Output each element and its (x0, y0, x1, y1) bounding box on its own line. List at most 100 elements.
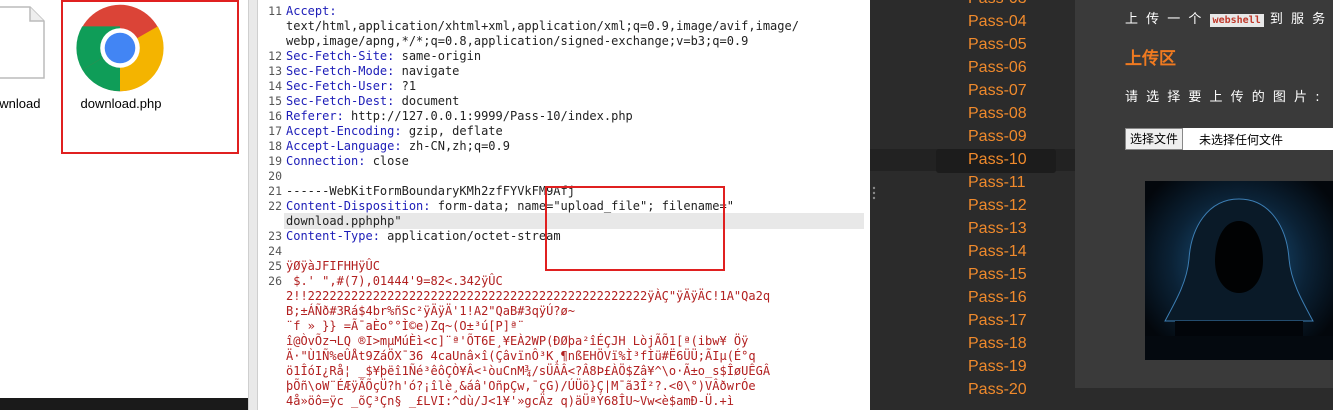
line-number: 24 (268, 244, 282, 258)
pass-label: Pass-12 (968, 197, 1027, 214)
code-line[interactable]: Ä·"Ù1Ñ%eÛÅt9ZáÖX¯36 4caUnâ×î(ÇâvïnÔ³K¸¶n… (286, 349, 756, 364)
code-line[interactable]: þÕñ\oW¨ÉÆÿÃÕçÜ?h'ó?¡îlè¸&áâ'OñpÇw,¯çG)/Ú… (286, 379, 756, 394)
file-input[interactable]: 选择文件 未选择任何文件 (1125, 128, 1333, 150)
pass-link-pass-09[interactable]: Pass-09 (870, 126, 1075, 148)
pass-label: Pass-04 (968, 13, 1027, 30)
request-editor[interactable]: 11 Accept: text/html,application/xhtml+xml… (258, 0, 870, 410)
pass-link-pass-16[interactable]: Pass-16 (870, 287, 1075, 309)
pass-label: Pass-05 (968, 36, 1027, 53)
line-number: 21 (268, 184, 282, 198)
line-number: 16 (268, 109, 282, 123)
header-key: Content-Type: (286, 229, 380, 243)
code-line[interactable]: ¨f » }} =Ã¯aÈo°°Ì©e)Zq~(O±³ú[P]ª¨ (286, 319, 524, 334)
pass-link-pass-07[interactable]: Pass-07 (870, 80, 1075, 102)
header-value: þÕñ\oW¨ÉÆÿÃÕçÜ?h'ó?¡îlè¸&áâ'OñpÇw,¯çG)/Ú… (286, 379, 756, 393)
code-line[interactable]: 2!!2222222222222222222222222222222222222… (286, 289, 770, 304)
pass-label: Pass-16 (968, 289, 1027, 306)
code-line[interactable]: î@ÒvÕz¬LQ ®I>mµMúÈì<c]¨ª'ÕT6E¸¥EÀ2WP(ÐØþ… (286, 334, 748, 349)
file-explorer: ownload download.php (0, 0, 248, 410)
pass-label: Pass-20 (968, 381, 1027, 398)
line-number: 19 (268, 154, 282, 168)
header-value: ------WebKitFormBoundaryKMh2zfFYVkFM9Afj (286, 184, 575, 198)
header-key: Content-Disposition: (286, 199, 431, 213)
pass-link-pass-15[interactable]: Pass-15 (870, 264, 1075, 286)
choose-file-button[interactable]: 选择文件 (1125, 128, 1184, 150)
line-number: 18 (268, 139, 282, 153)
pass-link-pass-13[interactable]: Pass-13 (870, 218, 1075, 240)
code-line[interactable]: Connection: close (286, 154, 409, 169)
code-line[interactable]: Accept-Language: zh-CN,zh;q=0.9 (286, 139, 510, 154)
pass-link-pass-14[interactable]: Pass-14 (870, 241, 1075, 263)
header-value: 4å»öô=ÿc _õÇ³Çn§ _£LVI:^dù/J<1¥'»gcÄz q)… (286, 394, 734, 408)
code-line[interactable]: Referer: http://127.0.0.1:9999/Pass-10/i… (286, 109, 633, 124)
upload-card: 上 传 一 个 webshell 到 服 务 器 上传区 请 选 择 要 上 传… (1075, 0, 1333, 388)
pass-link-pass-11[interactable]: Pass-11 (870, 172, 1075, 194)
pass-label: Pass-18 (968, 335, 1027, 352)
generic-file-icon[interactable] (0, 5, 46, 80)
header-key: Accept-Encoding: (286, 124, 402, 138)
line-number: 15 (268, 94, 282, 108)
line-number: 17 (268, 124, 282, 138)
pass-list: Pass-03 Pass-04 Pass-05 Pass-06 Pass-07 Pass-… (870, 0, 1075, 410)
pass-link-pass-04[interactable]: Pass-04 (870, 11, 1075, 33)
header-value: ¨f » }} =Ã¯aÈo°°Ì©e)Zq~(O±³ú[P]ª¨ (286, 319, 525, 333)
line-number: 13 (268, 64, 282, 78)
line-number: 14 (268, 79, 282, 93)
pass-link-pass-10[interactable]: Pass-10 (870, 149, 1075, 173)
pass-link-pass-18[interactable]: Pass-18 (870, 333, 1075, 355)
header-value: webp,image/apng,*/*;q=0.8,application/si… (286, 34, 749, 48)
pass-link-pass-12[interactable]: Pass-12 (870, 195, 1075, 217)
upload-section-title: 上传区 (1125, 49, 1176, 69)
code-line[interactable]: Sec-Fetch-User: ?1 (286, 79, 416, 94)
line-number: 11 (268, 4, 282, 18)
intro-suffix: 到 服 务 器 (1269, 12, 1333, 27)
header-value: download.pphphp" (286, 214, 402, 228)
explorer-footer (0, 398, 248, 410)
pass-label: Pass-14 (968, 243, 1027, 260)
header-value: document (394, 94, 460, 108)
pass-label: Pass-17 (968, 312, 1027, 329)
code-line[interactable]: download.pphphp" (286, 214, 402, 229)
webshell-tag: webshell (1209, 14, 1264, 27)
code-line[interactable]: 4å»öô=ÿc _õÇ³Çn§ _£LVI:^dù/J<1¥'»gcÄz q)… (286, 394, 734, 409)
header-value: navigate (394, 64, 460, 78)
pane-divider[interactable] (248, 0, 258, 410)
file-label-download[interactable]: ownload (0, 96, 40, 111)
header-key: Connection: (286, 154, 366, 168)
code-line[interactable]: ------WebKitFormBoundaryKMh2zfFYVkFM9Afj (286, 184, 575, 199)
line-number: 23 (268, 229, 282, 243)
pass-label: Pass-15 (968, 266, 1027, 283)
pass-link-pass-20[interactable]: Pass-20 (870, 379, 1075, 401)
pass-link-pass-17[interactable]: Pass-17 (870, 310, 1075, 332)
code-line[interactable]: Sec-Fetch-Site: same-origin (286, 49, 481, 64)
pass-link-pass-08[interactable]: Pass-08 (870, 103, 1075, 125)
pass-label: Pass-13 (968, 220, 1027, 237)
bottom-strip (1075, 388, 1333, 410)
header-value: $.' ",#(7),01444'9=82<.342ÿÛC (286, 274, 503, 288)
code-line[interactable]: ö1ÎóI¿Rå¦ _$¥þëî1Ñé³êôÇÒ¥Â<¹òuCnM¾/sÜÂÂ<… (286, 364, 770, 379)
upload-panel: 上 传 一 个 webshell 到 服 务 器 上传区 请 选 择 要 上 传… (1075, 0, 1333, 410)
header-key: Sec-Fetch-User: (286, 79, 395, 93)
pass-link-pass-19[interactable]: Pass-19 (870, 356, 1075, 378)
code-line[interactable]: Content-Type: application/octet-stream (286, 229, 561, 244)
header-key: Sec-Fetch-Site: (286, 49, 395, 63)
header-value: application/octet-stream (379, 229, 561, 243)
code-line[interactable]: Accept-Encoding: gzip, deflate (286, 124, 503, 139)
splitter-handle-icon[interactable] (870, 185, 878, 201)
code-line[interactable]: B;±ÁÑð#3Rá$4br%ñSc²ÿÄÿÄ'1!A2"QaB#3qÿÚ?ø~ (286, 304, 575, 319)
pass-link-pass-06[interactable]: Pass-06 (870, 57, 1075, 79)
code-line[interactable]: ÿØÿàJFIFHHÿÛC (286, 259, 380, 274)
code-line[interactable]: webp,image/apng,*/*;q=0.8,application/si… (286, 34, 748, 49)
code-line[interactable]: Sec-Fetch-Dest: document (286, 94, 459, 109)
code-line[interactable]: $.' ",#(7),01444'9=82<.342ÿÛC (286, 274, 503, 289)
pass-link-pass-05[interactable]: Pass-05 (870, 34, 1075, 56)
code-line[interactable]: text/html,application/xhtml+xml,applicat… (286, 19, 799, 34)
code-line[interactable]: Accept: (286, 4, 337, 19)
header-value: zh-CN,zh;q=0.9 (401, 139, 510, 153)
line-number: 12 (268, 49, 282, 63)
code-line[interactable]: Sec-Fetch-Mode: navigate (286, 64, 459, 79)
header-key: Sec-Fetch-Dest: (286, 94, 395, 108)
pass-link-pass-03[interactable]: Pass-03 (870, 0, 1075, 10)
header-key: Accept-Language: (286, 139, 402, 153)
header-value: close (365, 154, 409, 168)
